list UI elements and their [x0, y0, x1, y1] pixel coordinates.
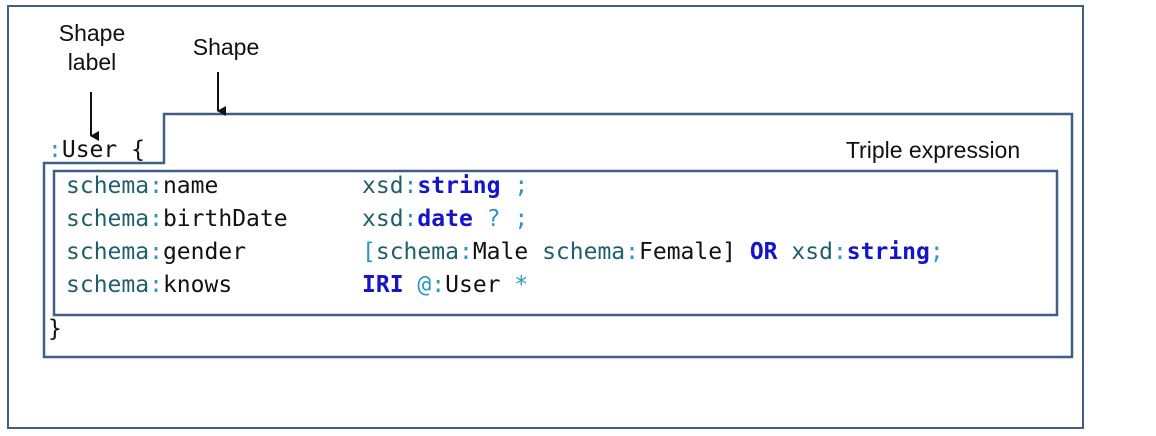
shape-annotation: Shape [192, 34, 260, 60]
shape-header: :User { [48, 134, 145, 167]
shape-name: User [61, 137, 118, 163]
open-brace: { [117, 137, 145, 163]
shape-colon: : [48, 137, 62, 163]
predicate-knows: schema:knows [66, 272, 233, 298]
value-gender: [schema:Male schema:Female] OR xsd:strin… [362, 239, 944, 265]
predicate-gender: schema:gender [66, 239, 247, 265]
close-brace: } [48, 316, 62, 342]
value-birthdate: xsd:date ? ; [362, 206, 529, 232]
shape-label-annotation: Shape label [58, 20, 126, 75]
predicate-name: schema:name [66, 173, 219, 199]
value-knows: IRI @:User * [362, 272, 529, 298]
value-name: xsd:string ; [362, 173, 529, 199]
triple-expression-annotation: Triple expression [845, 137, 1021, 163]
predicate-birthdate: schema:birthDate [66, 206, 288, 232]
